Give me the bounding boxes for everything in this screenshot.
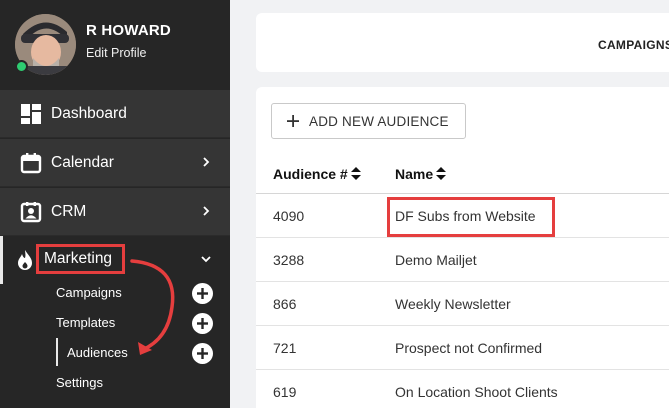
active-accent-bar: [0, 236, 3, 284]
table-row[interactable]: 866 Weekly Newsletter: [256, 282, 669, 326]
chevron-down-icon[interactable]: [200, 253, 212, 265]
audience-number: 619: [273, 384, 297, 400]
submenu-item-audiences[interactable]: Audiences: [67, 345, 128, 360]
submenu-item-settings[interactable]: Settings: [56, 375, 103, 390]
plus-icon: [197, 318, 208, 329]
table-row[interactable]: 619 On Location Shoot Clients: [256, 370, 669, 408]
sidebar-item-calendar[interactable]: Calendar: [0, 139, 230, 187]
add-new-audience-label: ADD NEW AUDIENCE: [309, 114, 449, 129]
audience-number: 721: [273, 340, 297, 356]
audience-name[interactable]: Prospect not Confirmed: [395, 340, 542, 356]
calendar-icon: [20, 153, 42, 174]
sort-icon: [436, 167, 447, 180]
sidebar-item-label: Calendar: [51, 154, 114, 171]
audience-name[interactable]: Demo Mailjet: [395, 252, 477, 268]
sidebar-item-label: Dashboard: [51, 105, 127, 122]
column-header-name[interactable]: Name: [395, 166, 447, 182]
table-row[interactable]: 721 Prospect not Confirmed: [256, 326, 669, 370]
chevron-right-icon: [203, 206, 210, 216]
audience-number: 3288: [273, 252, 305, 268]
tab-campaigns[interactable]: CAMPAIGNS: [598, 38, 669, 52]
audience-number: 866: [273, 296, 297, 312]
add-template-button[interactable]: [192, 313, 213, 334]
audience-name[interactable]: Weekly Newsletter: [395, 296, 511, 312]
table-row[interactable]: 3288 Demo Mailjet: [256, 238, 669, 282]
audience-number: 4090: [273, 208, 305, 224]
profile-panel: R HOWARD Edit Profile: [0, 0, 230, 88]
flame-icon: [18, 250, 32, 270]
audience-name[interactable]: On Location Shoot Clients: [395, 384, 558, 400]
plus-icon: [197, 348, 208, 359]
user-name: R HOWARD: [86, 22, 171, 39]
add-audience-sidebar-button[interactable]: [192, 343, 213, 364]
submenu-item-templates[interactable]: Templates: [56, 315, 115, 330]
edit-profile-link[interactable]: Edit Profile: [86, 46, 146, 60]
sidebar-item-label: CRM: [51, 203, 87, 220]
active-submenu-indicator: [56, 338, 58, 366]
submenu-item-campaigns[interactable]: Campaigns: [56, 285, 122, 300]
sort-icon: [350, 167, 361, 180]
column-header-audience-number[interactable]: Audience #: [273, 166, 361, 182]
sidebar-item-label: Marketing: [44, 250, 113, 267]
annotation-arrow-icon: [130, 259, 175, 355]
plus-icon: [287, 115, 299, 127]
top-tab-bar: CAMPAIGNS: [256, 13, 669, 72]
audience-name-highlight-box: [387, 197, 555, 237]
sidebar-item-crm[interactable]: CRM: [0, 188, 230, 236]
chevron-right-icon: [203, 157, 210, 167]
add-new-audience-button[interactable]: ADD NEW AUDIENCE: [271, 103, 466, 139]
online-status-dot: [15, 60, 28, 73]
plus-icon: [197, 288, 208, 299]
dashboard-icon: [21, 104, 41, 124]
audiences-card: ADD NEW AUDIENCE Audience # Name 4090 DF…: [256, 87, 669, 408]
sidebar: R HOWARD Edit Profile Dashboard Calendar: [0, 0, 230, 408]
contact-card-icon: [20, 202, 42, 223]
sidebar-item-dashboard[interactable]: Dashboard: [0, 90, 230, 138]
add-campaign-button[interactable]: [192, 283, 213, 304]
